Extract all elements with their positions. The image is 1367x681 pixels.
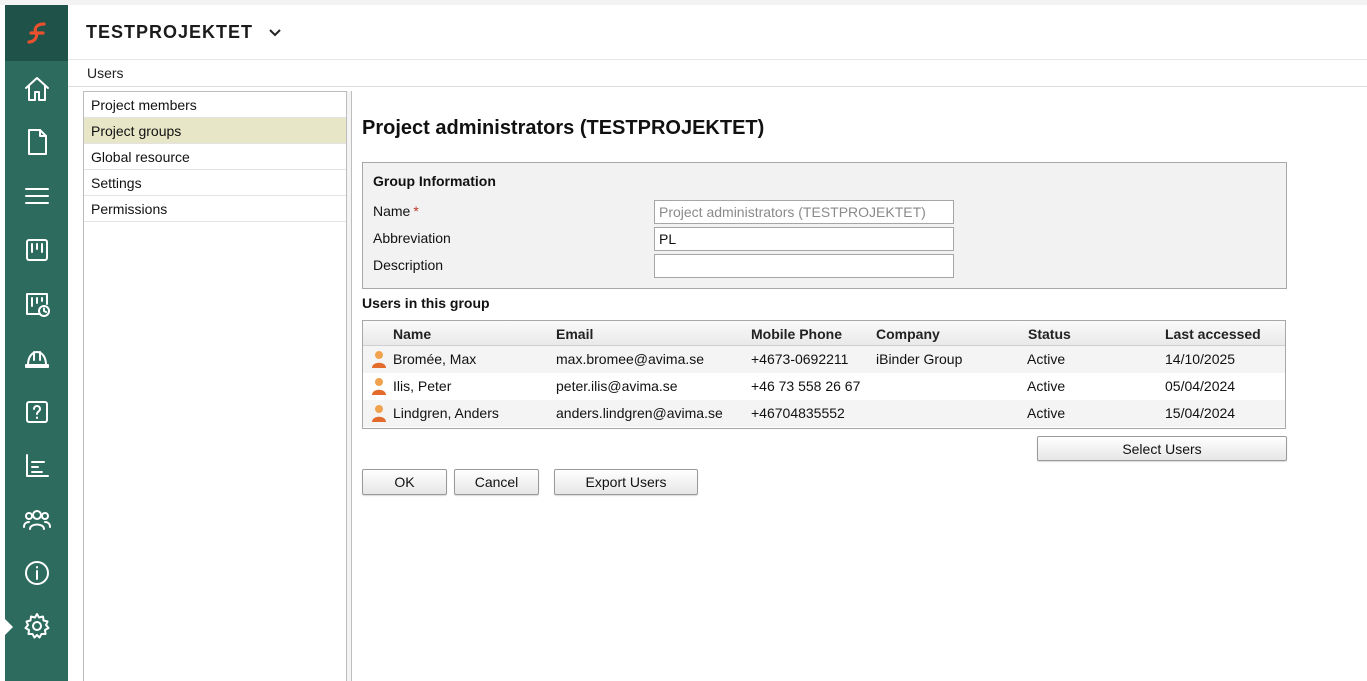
panel-divider: [351, 91, 352, 681]
logo-icon[interactable]: [5, 5, 68, 61]
users-in-group-caption: Users in this group: [362, 295, 490, 311]
column-mobile-phone[interactable]: Mobile Phone: [751, 326, 842, 342]
description-field[interactable]: [654, 254, 954, 278]
info-icon[interactable]: [5, 553, 68, 593]
gear-icon[interactable]: [5, 606, 68, 646]
home-icon[interactable]: [5, 69, 68, 109]
cell-status: Active: [1027, 405, 1066, 421]
required-mark: *: [413, 203, 419, 219]
users-icon[interactable]: [5, 499, 68, 539]
board-icon[interactable]: [5, 230, 68, 270]
board-clock-icon[interactable]: [5, 284, 68, 324]
cell-name: Ilis, Peter: [393, 378, 452, 394]
menu-item-project-groups[interactable]: Project groups: [84, 118, 346, 144]
table-header: Name Email Mobile Phone Company Status L…: [363, 321, 1285, 346]
cell-email: anders.lindgren@avima.se: [556, 405, 723, 421]
cell-name: Bromée, Max: [393, 351, 477, 367]
cell-phone: +46704835552: [751, 405, 845, 421]
column-email[interactable]: Email: [556, 326, 593, 342]
project-header: TESTPROJEKTET: [68, 5, 1367, 60]
project-title[interactable]: TESTPROJEKTET: [86, 22, 253, 43]
breadcrumb: Users: [68, 60, 1367, 87]
select-users-button[interactable]: Select Users: [1037, 436, 1287, 461]
name-label: Name *: [373, 203, 419, 219]
users-table: Name Email Mobile Phone Company Status L…: [362, 320, 1286, 429]
breadcrumb-current: Users: [87, 65, 124, 81]
abbreviation-field[interactable]: [654, 227, 954, 251]
group-information-title: Group Information: [373, 173, 496, 189]
abbreviation-label: Abbreviation: [373, 230, 451, 246]
cell-last-accessed: 05/04/2024: [1165, 378, 1236, 394]
user-icon: [372, 405, 386, 422]
page-title: Project administrators (TESTPROJEKTET): [362, 117, 765, 139]
helmet-icon[interactable]: [5, 338, 68, 378]
ok-button[interactable]: OK: [362, 469, 447, 495]
nav-rail: [5, 5, 68, 681]
user-icon: [372, 351, 386, 368]
group-information-panel: Group Information Name* Abbreviation Des…: [362, 162, 1287, 289]
description-label: Description: [373, 257, 444, 273]
menu-item-global-resource[interactable]: Global resource: [84, 144, 346, 170]
cancel-button[interactable]: Cancel: [454, 469, 539, 495]
export-users-button[interactable]: Export Users: [554, 469, 698, 495]
cell-name: Lindgren, Anders: [393, 405, 499, 421]
column-name[interactable]: Name: [393, 326, 431, 342]
chevron-down-icon[interactable]: [267, 24, 283, 40]
cell-email: peter.ilis@avima.se: [556, 378, 678, 394]
table-row[interactable]: Bromée, Max max.bromee@avima.se +4673-06…: [363, 346, 1285, 373]
cell-last-accessed: 14/10/2025: [1165, 351, 1236, 367]
cell-phone: +46 73 558 26 67: [751, 378, 861, 394]
cell-phone: +4673-0692211: [751, 351, 849, 367]
menu-item-settings[interactable]: Settings: [84, 170, 346, 196]
table-row[interactable]: Ilis, Peter peter.ilis@avima.se +46 73 5…: [363, 373, 1285, 400]
menu-item-permissions[interactable]: Permissions: [84, 196, 346, 222]
menu-item-project-members[interactable]: Project members: [84, 92, 346, 118]
document-icon[interactable]: [5, 122, 68, 162]
column-last-accessed[interactable]: Last accessed: [1165, 326, 1261, 342]
cell-status: Active: [1027, 351, 1066, 367]
active-section-marker: [5, 619, 13, 635]
cell-status: Active: [1027, 378, 1066, 394]
name-label-text: Name: [373, 203, 411, 219]
column-company[interactable]: Company: [876, 326, 940, 342]
list-icon[interactable]: [5, 176, 68, 216]
help-icon[interactable]: [5, 392, 68, 432]
cell-last-accessed: 15/04/2024: [1165, 405, 1236, 421]
column-status[interactable]: Status: [1028, 326, 1071, 342]
name-field[interactable]: [654, 200, 954, 224]
chart-icon[interactable]: [5, 446, 68, 486]
users-menu: Project members Project groups Global re…: [83, 91, 347, 681]
table-row[interactable]: Lindgren, Anders anders.lindgren@avima.s…: [363, 400, 1285, 427]
cell-company: iBinder Group: [876, 351, 963, 367]
user-icon: [372, 378, 386, 395]
cell-email: max.bromee@avima.se: [556, 351, 705, 367]
